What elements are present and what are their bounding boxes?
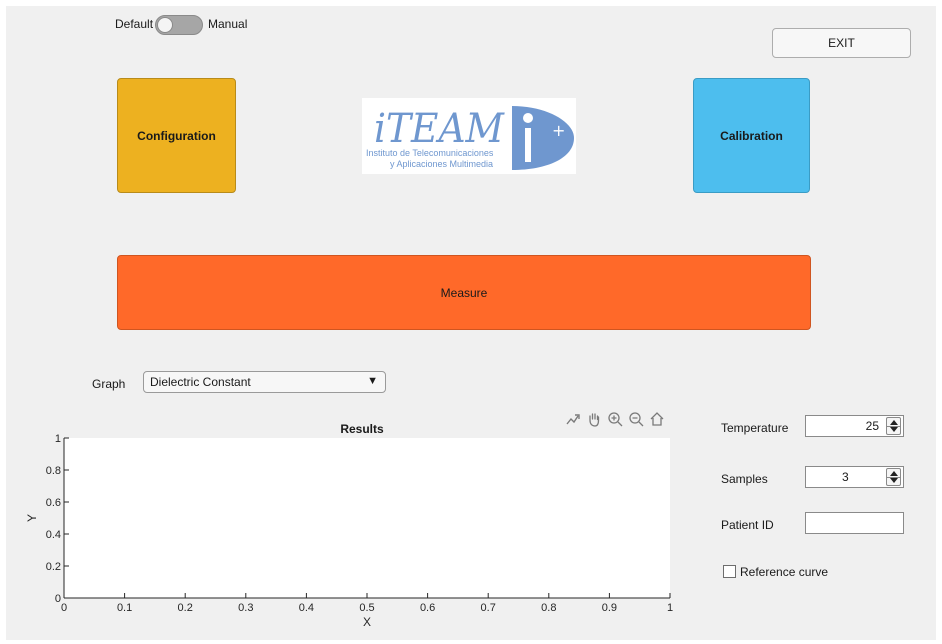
export-icon[interactable] — [564, 410, 582, 428]
mode-toggle-switch[interactable] — [155, 15, 203, 35]
x-tick-label: 0.7 — [481, 602, 496, 614]
x-tick-label: 1 — [667, 602, 673, 614]
chart-title: Results — [340, 422, 384, 436]
graph-selected-value: Dielectric Constant — [150, 375, 251, 389]
logo-line2: y Aplicaciones Multimedia — [390, 159, 493, 169]
graph-dropdown[interactable]: Dielectric Constant ▼ — [143, 371, 386, 393]
reference-curve-label: Reference curve — [740, 565, 829, 579]
iteam-logo: iTEAM + Instituto de Telecomunicaciones … — [362, 98, 576, 174]
samples-label: Samples — [721, 472, 768, 486]
reference-curve-checkbox[interactable] — [723, 565, 736, 578]
zoom-out-icon[interactable] — [627, 410, 645, 428]
y-tick-label: 0.8 — [46, 465, 61, 477]
x-tick-label: 0.5 — [359, 602, 374, 614]
toggle-knob[interactable] — [157, 17, 173, 33]
temperature-value[interactable]: 25 — [866, 419, 879, 433]
y-axis-label: Y — [25, 514, 39, 522]
plot-area[interactable] — [64, 438, 670, 598]
toggle-manual-label: Manual — [208, 17, 248, 31]
y-tick-label: 0 — [55, 593, 61, 605]
x-axis-label: X — [363, 615, 371, 629]
toggle-default-label: Default — [115, 17, 154, 31]
x-tick-label: 0.3 — [238, 602, 253, 614]
patient-id-label: Patient ID — [721, 518, 774, 532]
logo-line1: Instituto de Telecomunicaciones — [366, 148, 494, 158]
pan-icon[interactable] — [585, 410, 603, 428]
x-tick-label: 0.8 — [541, 602, 556, 614]
dropdown-caret-icon: ▼ — [367, 375, 378, 387]
configuration-button[interactable]: Configuration — [117, 78, 236, 193]
x-tick-label: 0.2 — [178, 602, 193, 614]
y-tick-label: 0.6 — [46, 497, 61, 509]
graph-label: Graph — [92, 377, 126, 391]
samples-spinner[interactable]: 3 — [805, 466, 904, 488]
home-icon[interactable] — [648, 410, 666, 428]
spinner-arrows-icon[interactable] — [886, 468, 901, 486]
y-tick-label: 1 — [55, 433, 61, 445]
x-tick-label: 0 — [61, 602, 67, 614]
y-tick-label: 0.2 — [46, 561, 61, 573]
spinner-arrows-icon[interactable] — [886, 417, 901, 435]
logo-wordmark: iTEAM — [374, 106, 505, 152]
x-tick-label: 0.4 — [299, 602, 314, 614]
patient-id-field[interactable] — [805, 512, 904, 534]
chart-toolbar — [564, 410, 666, 430]
temperature-label: Temperature — [721, 421, 789, 435]
x-tick-label: 0.1 — [117, 602, 132, 614]
zoom-in-icon[interactable] — [606, 410, 624, 428]
exit-button[interactable]: EXIT — [772, 28, 911, 58]
results-chart[interactable]: Results 0 0.1 0.2 0.3 0.4 0.5 0.6 0.7 0.8 0.9 1 0 0… — [16, 410, 676, 632]
y-tick-label: 0.4 — [46, 529, 61, 541]
calibration-button[interactable]: Calibration — [693, 78, 810, 193]
samples-value[interactable]: 3 — [842, 470, 849, 484]
x-tick-label: 0.6 — [420, 602, 435, 614]
measure-button[interactable]: Measure — [117, 255, 811, 330]
x-tick-label: 0.9 — [602, 602, 617, 614]
svg-text:+: + — [552, 121, 565, 140]
temperature-spinner[interactable]: 25 — [805, 415, 904, 437]
